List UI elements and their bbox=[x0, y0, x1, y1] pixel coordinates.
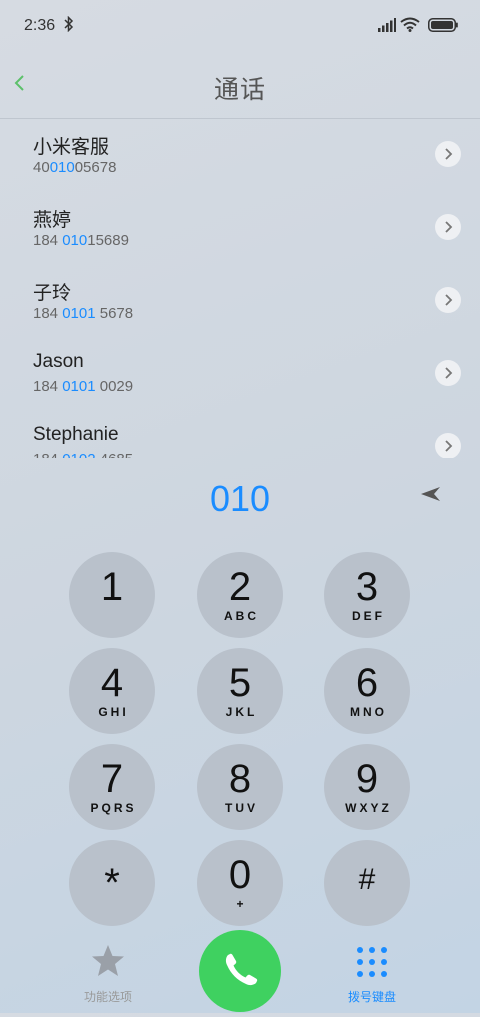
match-highlight: 010 bbox=[62, 232, 88, 249]
contact-row[interactable]: Jason 184 0101 0029 bbox=[0, 337, 480, 410]
features-button[interactable]: 功能选项 bbox=[72, 943, 144, 1007]
status-time: 2:36 bbox=[24, 17, 56, 34]
wifi-icon bbox=[400, 17, 420, 37]
contact-name: 子玲 bbox=[33, 283, 72, 304]
chevron-right-icon bbox=[445, 440, 453, 452]
keypad-label: 拨号键盘 bbox=[347, 990, 396, 1004]
backspace-icon bbox=[421, 487, 440, 501]
key-4[interactable]: 4 GHI bbox=[69, 648, 155, 734]
chevron-right-icon bbox=[445, 148, 453, 160]
contact-number: 184 0101 5678 bbox=[33, 305, 134, 322]
contact-number: 4001005678 bbox=[33, 159, 117, 176]
key-9[interactable]: 9 WXYZ bbox=[324, 744, 410, 830]
key-6[interactable]: 6 MNO bbox=[324, 648, 410, 734]
contact-row[interactable]: Stephanie 184 0102 4685 bbox=[0, 410, 480, 458]
contact-name: Stephanie bbox=[33, 424, 119, 445]
match-highlight: 0101 bbox=[62, 378, 96, 395]
star-icon bbox=[92, 945, 124, 976]
header: 通话 bbox=[0, 52, 480, 119]
key-hash[interactable]: # bbox=[324, 840, 410, 926]
contact-detail-button[interactable] bbox=[435, 141, 461, 167]
contact-row[interactable]: 燕婷 184 01015689 bbox=[0, 191, 480, 264]
status-bar: 2:36 bbox=[0, 0, 480, 52]
signal-icon bbox=[378, 18, 396, 37]
contact-detail-button[interactable] bbox=[435, 433, 461, 458]
page-title: 通话 bbox=[213, 76, 266, 104]
contact-name: 燕婷 bbox=[33, 210, 72, 231]
contact-detail-button[interactable] bbox=[435, 287, 461, 313]
key-0[interactable]: 0 + bbox=[197, 840, 283, 926]
chevron-right-icon bbox=[445, 367, 453, 379]
key-2[interactable]: 2 ABC bbox=[197, 552, 283, 638]
contact-detail-button[interactable] bbox=[435, 214, 461, 240]
contact-number: 184 0101 0029 bbox=[33, 378, 134, 395]
match-highlight: 0102 bbox=[62, 451, 95, 458]
contact-number: 184 0102 4685 bbox=[33, 451, 133, 458]
contact-name: Jason bbox=[33, 351, 84, 372]
contact-number: 184 01015689 bbox=[33, 232, 129, 249]
key-5[interactable]: 5 JKL bbox=[197, 648, 283, 734]
key-1[interactable]: 1 bbox=[69, 552, 155, 638]
battery-icon bbox=[428, 18, 458, 37]
bluetooth-icon bbox=[64, 15, 74, 35]
match-highlight: 010 bbox=[49, 159, 75, 176]
contact-name: 小米客服 bbox=[33, 137, 110, 158]
keypad-grid-icon bbox=[357, 947, 387, 977]
keypad-button[interactable]: 拨号键盘 bbox=[336, 943, 408, 1007]
call-button[interactable] bbox=[199, 930, 281, 1012]
phone-icon bbox=[225, 953, 258, 986]
bottom-bar: 功能选项 拨号键盘 bbox=[0, 925, 480, 1013]
key-star[interactable]: * bbox=[69, 840, 155, 926]
match-highlight: 0101 bbox=[62, 305, 96, 322]
contact-row[interactable]: 小米客服 4001005678 bbox=[0, 118, 480, 191]
chevron-right-icon bbox=[445, 294, 453, 306]
contact-list: 小米客服 4001005678 燕婷 184 01015689 子玲 184 0… bbox=[0, 118, 480, 458]
key-7[interactable]: 7 PQRS bbox=[69, 744, 155, 830]
contact-detail-button[interactable] bbox=[435, 360, 461, 386]
features-label: 功能选项 bbox=[83, 990, 132, 1004]
key-8[interactable]: 8 TUV bbox=[197, 744, 283, 830]
dialed-number: 010 bbox=[209, 478, 271, 519]
chevron-right-icon bbox=[445, 221, 453, 233]
contact-row[interactable]: 子玲 184 0101 5678 bbox=[0, 264, 480, 337]
key-3[interactable]: 3 DEF bbox=[324, 552, 410, 638]
delete-button[interactable] bbox=[420, 486, 442, 507]
